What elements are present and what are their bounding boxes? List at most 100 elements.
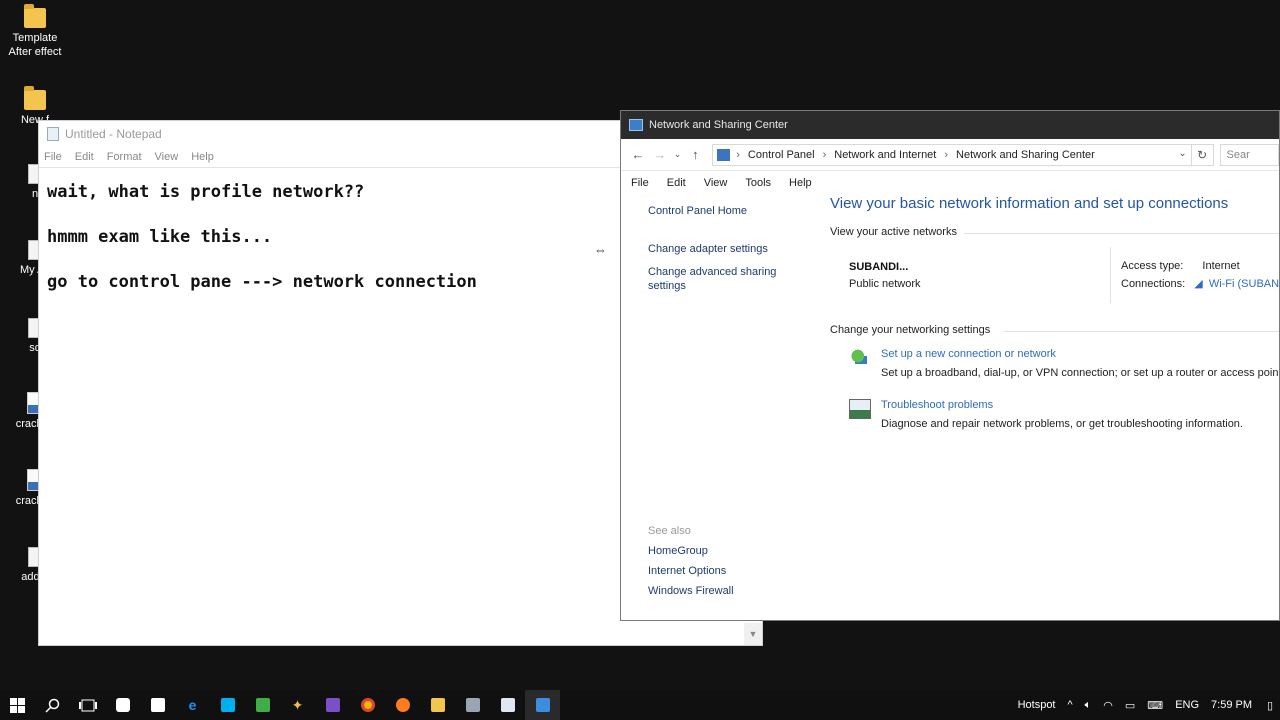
notepad-title: Untitled - Notepad: [65, 126, 162, 141]
section-divider: [1004, 331, 1279, 332]
vertical-divider: [1110, 247, 1111, 303]
address-bar[interactable]: › Control Panel › Network and Internet ›…: [712, 143, 1192, 166]
link-control-panel-home[interactable]: Control Panel Home: [648, 205, 788, 217]
edge-browser-icon[interactable]: e: [175, 690, 210, 720]
forward-arrow-icon[interactable]: →: [649, 147, 671, 162]
link-change-adapter-settings[interactable]: Change adapter settings: [648, 243, 788, 255]
link-homegroup[interactable]: HomeGroup: [648, 545, 734, 557]
menu-view[interactable]: View: [704, 177, 728, 189]
notepad-icon: [47, 126, 59, 141]
link-windows-firewall[interactable]: Windows Firewall: [648, 585, 734, 597]
keyboard-icon[interactable]: ⌨: [1147, 699, 1163, 712]
link-change-advanced-sharing[interactable]: Change advanced sharing settings: [648, 265, 788, 293]
folder-icon: [24, 86, 46, 110]
taskbar: e ✦ Hotspot ^ 🔈︎ ◠ ▭ ⌨ ENG 7:59 PM ▯: [0, 690, 1280, 720]
resize-cursor-icon: ⇔: [594, 242, 607, 257]
notepad-taskbar-icon[interactable]: [490, 690, 525, 720]
up-arrow-icon[interactable]: ↑: [684, 147, 706, 162]
menu-format[interactable]: Format: [107, 151, 142, 163]
left-nav-pane: Control Panel Home Change adapter settin…: [648, 205, 788, 301]
menu-edit[interactable]: Edit: [75, 151, 94, 163]
window-title: Network and Sharing Center: [649, 119, 788, 131]
chevron-right-icon: ›: [822, 148, 827, 161]
menu-tools[interactable]: Tools: [745, 177, 771, 189]
troubleshoot-link[interactable]: Troubleshoot problems: [881, 399, 993, 411]
yellow-app-icon[interactable]: ✦: [280, 690, 315, 720]
chevron-up-icon[interactable]: ^: [1068, 699, 1073, 711]
page-title: View your basic network information and …: [830, 195, 1229, 212]
setup-connection-desc: Set up a broadband, dial-up, or VPN conn…: [881, 367, 1279, 379]
text-line: wait, what is profile network??: [47, 182, 365, 202]
menu-edit[interactable]: Edit: [667, 177, 686, 189]
language-indicator[interactable]: ENG: [1175, 699, 1199, 711]
notification-icon[interactable]: ▯: [1260, 690, 1280, 720]
menu-help[interactable]: Help: [789, 177, 812, 189]
folder-icon: [24, 4, 46, 28]
clock[interactable]: 7:59 PM: [1211, 699, 1252, 711]
access-type-row: Access type: Internet: [1121, 260, 1240, 272]
network-app-icon[interactable]: [455, 690, 490, 720]
search-icon[interactable]: [35, 690, 70, 720]
text-line: go to control pane ---> network connecti…: [47, 272, 477, 292]
wifi-icon[interactable]: ◠: [1103, 699, 1113, 712]
network-category-link[interactable]: Public network: [849, 278, 921, 290]
breadcrumb-network-internet[interactable]: Network and Internet: [834, 149, 936, 161]
store-icon[interactable]: [140, 690, 175, 720]
control-panel-icon: [717, 148, 731, 161]
chrome-icon[interactable]: [350, 690, 385, 720]
hotspot-label[interactable]: Hotspot: [1018, 699, 1056, 711]
setup-connection-icon: [849, 348, 871, 368]
network-menubar: File Edit View Tools Help: [621, 171, 1279, 195]
troubleshoot-desc: Diagnose and repair network problems, or…: [881, 418, 1243, 430]
network-titlebar[interactable]: Network and Sharing Center: [621, 111, 1279, 139]
battery-icon[interactable]: ▭: [1125, 699, 1135, 712]
breadcrumb-control-panel[interactable]: Control Panel: [748, 149, 815, 161]
desktop-icon-template[interactable]: Template After effect: [0, 4, 70, 59]
start-windows-icon[interactable]: [0, 690, 35, 720]
search-input[interactable]: Sear: [1219, 143, 1279, 166]
chevron-right-icon: ›: [944, 148, 949, 161]
camera-icon[interactable]: [105, 690, 140, 720]
wifi-signal-icon: ◢: [1194, 278, 1203, 290]
network-sharing-window[interactable]: Network and Sharing Center ← → ⌄ ↑ › Con…: [620, 110, 1280, 621]
visual-studio-icon[interactable]: [315, 690, 350, 720]
troubleshoot-icon: [849, 399, 871, 419]
menu-file[interactable]: File: [44, 151, 62, 163]
access-type-label: Access type:: [1121, 260, 1184, 272]
desktop-icon-label: Template After effect: [8, 32, 62, 58]
green-app-icon[interactable]: [245, 690, 280, 720]
menu-file[interactable]: File: [631, 177, 649, 189]
access-type-value: Internet: [1202, 260, 1240, 272]
chevron-down-icon[interactable]: ⌄: [1178, 148, 1186, 159]
menu-view[interactable]: View: [155, 151, 179, 163]
system-tray: Hotspot ^ 🔈︎ ◠ ▭ ⌨ ENG 7:59 PM ▯: [1018, 690, 1280, 720]
control-panel-taskbar-icon[interactable]: [525, 690, 560, 720]
refresh-icon[interactable]: ↻: [1191, 143, 1214, 166]
active-networks-label: View your active networks: [830, 226, 957, 238]
breadcrumb-network-sharing[interactable]: Network and Sharing Center: [956, 149, 1095, 161]
notepad-text-area[interactable]: wait, what is profile network?? hmmm exam…: [47, 170, 477, 305]
volume-icon[interactable]: 🔈︎: [1085, 699, 1092, 712]
connections-row: Connections: ◢ Wi-Fi (SUBAN: [1121, 277, 1279, 290]
back-arrow-icon[interactable]: ←: [627, 147, 649, 162]
link-internet-options[interactable]: Internet Options: [648, 565, 734, 577]
recent-dropdown-icon[interactable]: ⌄: [671, 149, 685, 160]
network-center-icon: [629, 119, 643, 131]
see-also-section: See also HomeGroup Internet Options Wind…: [648, 525, 734, 605]
file-explorer-icon[interactable]: [420, 690, 455, 720]
change-settings-label: Change your networking settings: [830, 324, 991, 336]
scroll-down-arrow-icon[interactable]: ▼: [744, 623, 762, 645]
firefox-icon[interactable]: [385, 690, 420, 720]
wifi-connection-link[interactable]: Wi-Fi (SUBAN: [1209, 278, 1279, 290]
connections-label: Connections:: [1121, 278, 1186, 290]
skype-icon[interactable]: [210, 690, 245, 720]
setup-connection-link[interactable]: Set up a new connection or network: [881, 348, 1056, 360]
see-also-header: See also: [648, 525, 691, 537]
menu-help[interactable]: Help: [191, 151, 214, 163]
address-bar-row: ← → ⌄ ↑ › Control Panel › Network and In…: [621, 139, 1279, 171]
text-line: hmmm exam like this...: [47, 227, 273, 247]
section-divider: [964, 233, 1279, 234]
chevron-right-icon: ›: [736, 148, 740, 161]
task-view-icon[interactable]: [70, 690, 105, 720]
network-name: SUBANDI...: [849, 261, 909, 273]
